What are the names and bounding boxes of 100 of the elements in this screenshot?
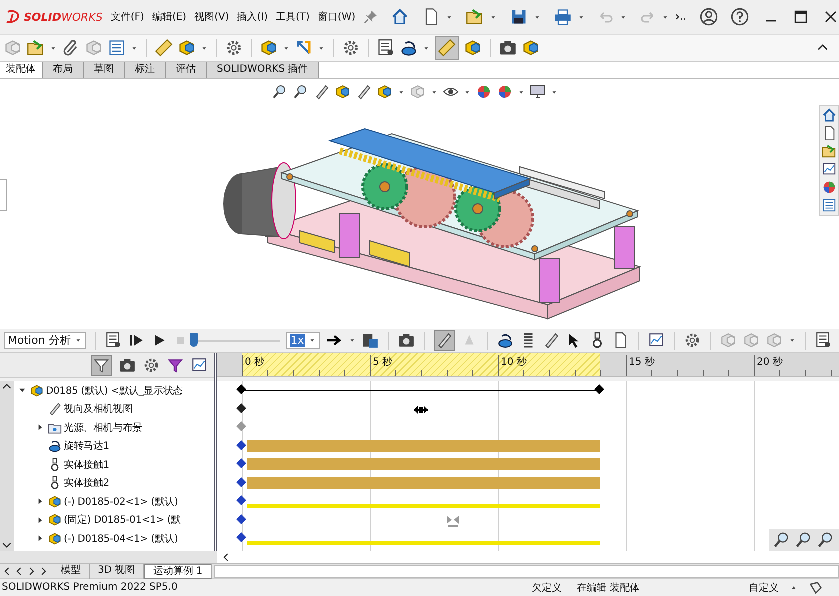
menu-item[interactable]: 工具(T)	[274, 10, 312, 24]
tree-item[interactable]: 实体接触2	[64, 476, 110, 490]
caret-icon[interactable]	[423, 44, 430, 52]
end-key-marker[interactable]	[594, 384, 605, 395]
motor-icon[interactable]	[400, 39, 418, 57]
caret-icon[interactable]	[534, 14, 542, 20]
home-icon[interactable]	[822, 108, 836, 123]
tree-item[interactable]: (-) D0185-02<1> (默认)	[64, 494, 178, 508]
key-marker[interactable]	[236, 532, 246, 543]
key-marker[interactable]	[236, 458, 246, 469]
menu-item[interactable]: 窗口(W)	[316, 10, 358, 24]
caret-icon[interactable]	[309, 337, 316, 344]
command-tab[interactable]: 布局	[43, 62, 84, 78]
pencil-icon[interactable]	[314, 84, 330, 100]
pin-icon[interactable]	[364, 10, 378, 24]
pencil-icon[interactable]	[543, 332, 560, 349]
motor-icon[interactable]	[497, 332, 514, 349]
table-icon[interactable]	[815, 332, 832, 349]
monitor-icon[interactable]	[530, 84, 546, 100]
caret-icon[interactable]	[131, 44, 138, 52]
play-from-start-icon[interactable]	[128, 332, 145, 349]
open-folder-icon[interactable]	[466, 8, 484, 26]
menu-item[interactable]: 文件(F)	[108, 10, 146, 24]
table-icon[interactable]	[104, 332, 122, 349]
key-marker[interactable]	[236, 477, 246, 488]
cube-icon[interactable]	[377, 84, 393, 100]
table-icon[interactable]	[377, 39, 395, 57]
tree-item[interactable]: 旋转马达1	[64, 439, 110, 453]
caret-icon[interactable]	[446, 14, 454, 20]
save-icon[interactable]	[510, 8, 528, 26]
user-icon[interactable]	[700, 8, 718, 26]
print-icon[interactable]	[554, 8, 572, 26]
zoom-in-icon[interactable]	[795, 531, 813, 549]
camera-icon[interactable]	[499, 39, 517, 57]
camera-filter-icon[interactable]	[119, 356, 136, 374]
tree-item[interactable]: 视向及相机视图	[64, 402, 133, 416]
caret-icon[interactable]	[464, 88, 471, 96]
tree-item[interactable]: 光源、相机与布景	[64, 420, 142, 434]
camera-icon[interactable]	[398, 332, 416, 349]
chart-icon[interactable]	[822, 162, 836, 177]
caret-icon[interactable]	[50, 44, 57, 52]
key-marker[interactable]	[236, 496, 246, 506]
study-type-dropdown[interactable]: Motion 分析	[4, 332, 86, 349]
gear-icon[interactable]	[342, 39, 360, 57]
caret-icon[interactable]	[578, 14, 586, 20]
cube-icon[interactable]	[260, 39, 278, 57]
tree-item[interactable]: 实体接触1	[64, 458, 110, 472]
caret-icon[interactable]	[620, 14, 628, 20]
command-tab[interactable]: SOLIDWORKS 插件	[207, 62, 320, 78]
caret-icon[interactable]	[662, 14, 670, 20]
menu-item[interactable]: 编辑(E)	[150, 10, 189, 24]
paperclip-icon[interactable]	[62, 39, 80, 57]
filter-icon[interactable]	[93, 356, 110, 374]
caret-icon[interactable]	[201, 44, 208, 52]
appearance-icon[interactable]	[476, 84, 492, 100]
caret-icon[interactable]	[490, 14, 498, 20]
caret-icon[interactable]	[789, 337, 796, 344]
speed-dropdown[interactable]: 1x	[286, 332, 320, 349]
list-icon[interactable]	[108, 39, 126, 57]
tree-item[interactable]: (-) D0185-04<1> (默认)	[64, 532, 178, 546]
ruler-icon[interactable]	[155, 39, 173, 57]
caret-icon[interactable]	[398, 88, 405, 96]
key-marker[interactable]	[236, 403, 246, 414]
caret-icon[interactable]	[318, 44, 325, 52]
gear-filter-icon[interactable]	[143, 356, 160, 374]
tree-item[interactable]: (固定) D0185-01<1> (默	[64, 513, 181, 527]
caret-icon[interactable]	[349, 337, 356, 344]
menu-item[interactable]: 视图(V)	[192, 10, 232, 24]
panel-handle[interactable]	[0, 179, 7, 211]
cube-icon[interactable]	[464, 39, 482, 57]
command-tab[interactable]: 评估	[166, 62, 207, 78]
ruler-icon[interactable]	[438, 39, 456, 57]
chart-filter-icon[interactable]	[191, 356, 208, 374]
key-marker[interactable]	[236, 422, 246, 432]
caret-icon[interactable]	[431, 88, 438, 96]
pencil-icon[interactable]	[356, 84, 372, 100]
caret-icon[interactable]	[518, 88, 525, 96]
study-tab[interactable]: 运动算例 1	[144, 564, 212, 579]
cube-icon[interactable]	[335, 84, 351, 100]
zoom-icon[interactable]	[773, 531, 791, 549]
gear-icon[interactable]	[225, 39, 243, 57]
caret-icon[interactable]	[283, 44, 290, 52]
command-tab[interactable]: 标注	[125, 62, 166, 78]
key-marker[interactable]	[236, 384, 246, 395]
key-marker[interactable]	[236, 440, 246, 450]
filter-icon[interactable]	[167, 356, 184, 374]
units-status[interactable]: 自定义	[749, 580, 779, 594]
pencil-icon[interactable]	[436, 332, 454, 349]
command-tab[interactable]: 草图	[84, 62, 125, 78]
folder-icon[interactable]	[822, 144, 836, 159]
menu-item[interactable]: 插入(I)	[235, 10, 270, 24]
cube-icon[interactable]	[178, 39, 196, 57]
maximize-icon[interactable]	[793, 9, 810, 25]
home-icon[interactable]	[391, 8, 410, 26]
caret-icon[interactable]	[74, 337, 82, 344]
expand-arrow-icon[interactable]	[18, 386, 26, 395]
open-folder-icon[interactable]	[27, 39, 45, 57]
appearance-icon[interactable]	[822, 180, 836, 195]
appearance-icon[interactable]	[497, 84, 513, 100]
cube-icon[interactable]	[522, 39, 540, 57]
